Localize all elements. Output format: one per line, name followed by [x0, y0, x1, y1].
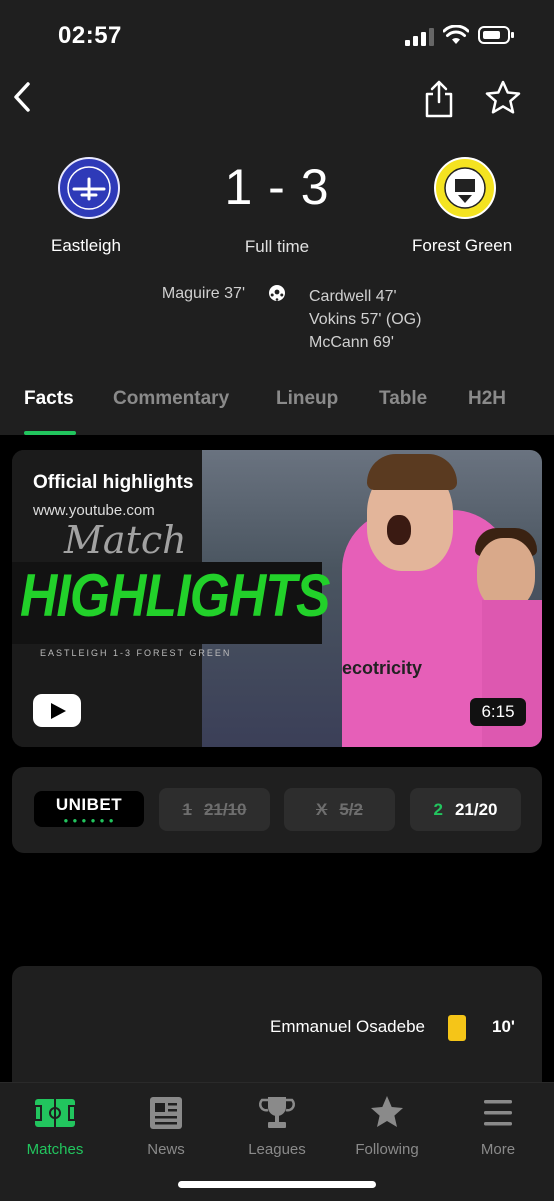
- match-status: Full time: [244, 237, 310, 256]
- tab-commentary[interactable]: Commentary: [113, 388, 229, 410]
- tab-table[interactable]: Table: [379, 388, 427, 410]
- nav-more[interactable]: More: [443, 1093, 553, 1158]
- top-nav: [0, 78, 554, 122]
- nav-matches[interactable]: Matches: [0, 1093, 110, 1158]
- odds-draw-button[interactable]: X 5/2: [284, 788, 395, 831]
- away-scorer: Cardwell 47': [309, 288, 397, 305]
- favorite-star-icon[interactable]: [484, 79, 522, 117]
- yellow-card-icon: [448, 1015, 466, 1041]
- active-tab-indicator: [24, 431, 76, 435]
- status-bar: 02:57: [0, 0, 554, 72]
- back-chevron-icon[interactable]: [8, 78, 40, 118]
- event-minute: 10': [492, 1017, 515, 1036]
- youtube-play-icon[interactable]: [33, 694, 81, 727]
- highlights-source: www.youtube.com: [33, 502, 155, 519]
- nav-following[interactable]: Following: [332, 1093, 442, 1158]
- status-time: 02:57: [58, 22, 122, 49]
- away-scorer: Vokins 57' (OG): [309, 311, 422, 328]
- thumbnail-headline: HIGHLIGHTS: [20, 562, 330, 629]
- nav-news[interactable]: News: [111, 1093, 221, 1158]
- thumbnail-subtitle: EASTLEIGH 1-3 FOREST GREEN: [40, 648, 232, 658]
- tab-h2h[interactable]: H2H: [468, 388, 506, 410]
- trophy-icon: [259, 1097, 295, 1128]
- wifi-icon: [443, 25, 469, 44]
- away-scorers: Cardwell 47' Vokins 57' (OG) McCann 69': [309, 285, 421, 354]
- away-scorer: McCann 69': [309, 334, 394, 351]
- match-tabs: Facts Commentary Lineup Table H2H: [0, 388, 554, 435]
- tab-lineup[interactable]: Lineup: [276, 388, 338, 410]
- match-score: 1 - 3: [224, 159, 330, 215]
- highlights-video-card[interactable]: ecotricity Match HIGHLIGHTS EASTLEIGH 1-…: [12, 450, 542, 747]
- bookmaker-dots-icon: ● ● ● ● ● ●: [63, 816, 115, 825]
- newspaper-icon: [150, 1097, 182, 1129]
- tab-facts[interactable]: Facts: [24, 388, 74, 410]
- home-indicator: [178, 1181, 376, 1188]
- star-icon: [371, 1096, 403, 1127]
- odds-away-button[interactable]: 2 21/20: [410, 788, 521, 831]
- odds-card: UNIBET ● ● ● ● ● ● 1 21/10 X 5/2 2 21/20: [12, 767, 542, 853]
- thumbnail-script-text: Match: [64, 518, 187, 562]
- nav-leagues[interactable]: Leagues: [222, 1093, 332, 1158]
- home-scorer: Maguire 37': [161, 285, 245, 302]
- football-icon: [269, 285, 285, 301]
- menu-icon: [484, 1100, 512, 1126]
- thumbnail-sponsor: ecotricity: [342, 658, 423, 678]
- video-duration: 6:15: [470, 698, 526, 726]
- odds-home-button[interactable]: 1 21/10: [159, 788, 270, 831]
- battery-icon: [478, 26, 514, 44]
- bookmaker-logo[interactable]: UNIBET ● ● ● ● ● ●: [34, 791, 144, 827]
- cellular-signal-icon: [405, 28, 434, 46]
- share-icon[interactable]: [422, 78, 456, 120]
- pitch-icon: [34, 1099, 76, 1127]
- home-scorers: Maguire 37': [162, 285, 245, 303]
- highlights-title: Official highlights: [33, 472, 194, 493]
- event-player[interactable]: Emmanuel Osadebe: [270, 1017, 425, 1037]
